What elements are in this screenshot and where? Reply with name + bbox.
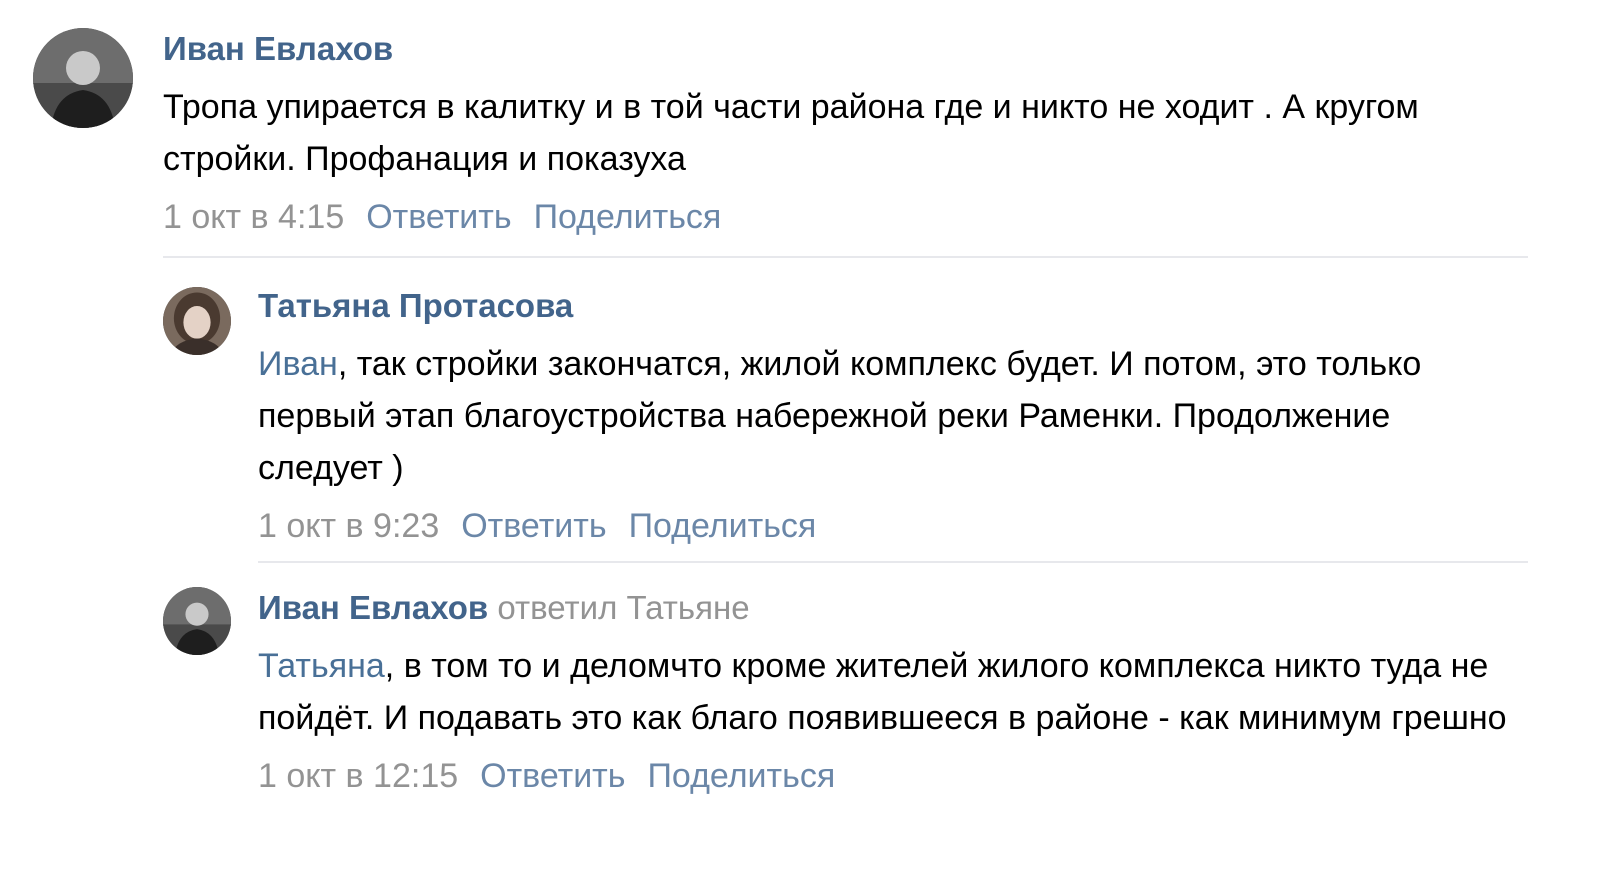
comment-2: Татьяна Протасова Иван, так стройки зако…	[258, 286, 1548, 546]
avatar-ivan[interactable]	[163, 587, 231, 655]
comment-1: Иван Евлахов Тропа упирается в калитку и…	[163, 29, 1543, 237]
comment-date[interactable]: 1 окт в 4:15	[163, 198, 344, 236]
comment-author[interactable]: Иван Евлахов	[258, 589, 488, 626]
comment-text: Татьяна, в том то и деломчто кроме жител…	[258, 647, 1507, 737]
mention-link[interactable]: Иван	[258, 345, 338, 383]
comment-3: Иван Евлахов ответил Татьяне Татьяна, в …	[258, 588, 1558, 796]
reply-button[interactable]: Ответить	[480, 757, 625, 795]
comment-text: Иван, так стройки закончатся, жилой комп…	[258, 345, 1422, 487]
avatar-ivan[interactable]	[33, 28, 133, 128]
comment-author[interactable]: Иван Евлахов	[163, 29, 1543, 69]
comment-meta: 1 окт в 9:23 Ответить Поделиться	[258, 506, 1548, 546]
comment-meta: 1 окт в 4:15 Ответить Поделиться	[163, 197, 1543, 237]
divider	[163, 256, 1528, 258]
user-photo-icon	[163, 287, 231, 355]
reply-button[interactable]: Ответить	[461, 507, 606, 545]
comment-author-line: Иван Евлахов ответил Татьяне	[258, 588, 1558, 628]
comment-author[interactable]: Татьяна Протасова	[258, 286, 1548, 326]
mention-link[interactable]: Татьяна	[258, 647, 385, 685]
share-button[interactable]: Поделиться	[647, 757, 835, 795]
replied-to-label[interactable]: ответил Татьяне	[497, 589, 749, 626]
share-button[interactable]: Поделиться	[534, 198, 722, 236]
comment-date[interactable]: 1 окт в 9:23	[258, 507, 439, 545]
reply-button[interactable]: Ответить	[366, 198, 511, 236]
share-button[interactable]: Поделиться	[629, 507, 817, 545]
comment-date[interactable]: 1 окт в 12:15	[258, 757, 458, 795]
avatar-tatyana[interactable]	[163, 287, 231, 355]
user-photo-icon	[33, 28, 133, 128]
comment-meta: 1 окт в 12:15 Ответить Поделиться	[258, 756, 1558, 796]
user-photo-icon	[163, 587, 231, 655]
comment-text: Тропа упирается в калитку и в той части …	[163, 88, 1419, 178]
divider	[258, 561, 1528, 563]
